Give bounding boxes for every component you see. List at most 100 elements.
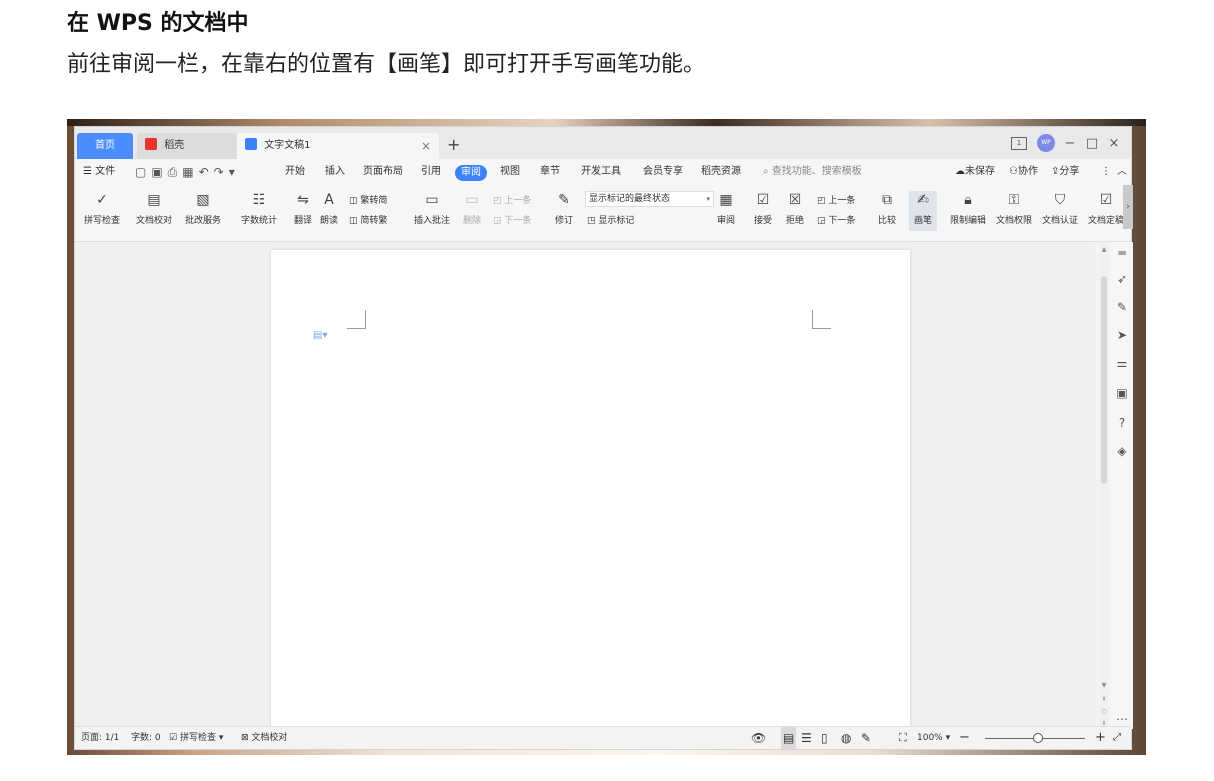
restrict-edit-button[interactable]: 🔒︎ 限制编辑	[947, 191, 989, 226]
fullscreen-icon[interactable]: ⤢	[1113, 727, 1121, 749]
review-pane-button[interactable]: ▦ 审阅	[711, 191, 741, 226]
reject-button[interactable]: ☒ 拒绝	[781, 191, 809, 226]
next-change-button[interactable]: ◲ 下一条	[817, 213, 855, 226]
minimize-button[interactable]: −	[1059, 136, 1081, 151]
settings-sliders-icon[interactable]: ⚌	[1111, 356, 1133, 370]
tab-daoke[interactable]: 稻壳	[137, 133, 237, 159]
next-comment-button[interactable]: ◲ 下一条	[493, 213, 531, 226]
tab-home[interactable]: 首页	[77, 133, 133, 159]
translate-button[interactable]: ⇋ 翻译	[291, 191, 315, 226]
close-window-button[interactable]: ×	[1103, 136, 1125, 151]
file-menu[interactable]: ☰ 文件	[83, 159, 115, 185]
trad-to-simp-button[interactable]: ◫ 繁转简	[349, 193, 387, 206]
read-aloud-button[interactable]: A 朗读	[317, 191, 341, 226]
zoom-out-button[interactable]: −	[959, 727, 970, 749]
share-button[interactable]: ⇪分享	[1051, 159, 1079, 185]
simp-to-trad-button[interactable]: ◫ 简转繁	[349, 213, 387, 226]
document-page[interactable]: ▤▾	[271, 250, 910, 730]
write-mode-icon[interactable]: ✎	[861, 727, 871, 749]
menu-item-resources[interactable]: 稻壳资源	[701, 159, 741, 185]
collapse-ribbon-icon[interactable]: ︿	[1117, 159, 1127, 185]
zoom-level[interactable]: 100% ▾	[917, 727, 950, 749]
unsaved-status[interactable]: ☁未保存	[955, 159, 995, 185]
checkbox-icon: ☑	[169, 733, 178, 743]
word-count-button[interactable]: ☷ 字数统计	[239, 191, 279, 226]
menu-item-devtools[interactable]: 开发工具	[581, 159, 621, 185]
menu-item-insert[interactable]: 插入	[325, 159, 345, 185]
doc-cert-button[interactable]: ⛉ 文档认证	[1039, 191, 1081, 226]
tab-document[interactable]: 文字文稿1 ×	[237, 133, 439, 159]
menu-item-review[interactable]: 审阅	[455, 165, 487, 181]
fit-page-icon[interactable]: ⛶	[899, 727, 907, 749]
prev-page-icon[interactable]: ⇞	[1099, 696, 1109, 703]
search-box[interactable]: ⌕ 查找功能、搜索模板	[763, 159, 862, 185]
maximize-button[interactable]: □	[1081, 136, 1103, 151]
doc-proof-button[interactable]: ▤ 文档校对	[133, 191, 175, 226]
menu-item-reference[interactable]: 引用	[421, 159, 441, 185]
sidebar-collapse-icon[interactable]: ═	[1111, 246, 1133, 260]
markup-state-select[interactable]: 显示标记的最终状态 ▾	[585, 191, 714, 207]
doc-permission-button[interactable]: ⚿ 文档权限	[993, 191, 1035, 226]
read-view-icon[interactable]: ▯	[821, 727, 828, 749]
page-view-icon[interactable]: ▤	[781, 727, 797, 749]
zoom-slider-handle[interactable]	[1033, 733, 1043, 743]
image-icon[interactable]: ▣	[1111, 386, 1133, 400]
web-view-icon[interactable]: ◍	[841, 727, 851, 749]
page-count[interactable]: 页面: 1/1	[81, 727, 119, 749]
delete-comment-button[interactable]: ▭ 删除	[457, 191, 487, 226]
rocket-icon[interactable]: ➶	[1111, 272, 1133, 286]
spell-check-icon: ✓	[96, 192, 108, 208]
quick-access-icons[interactable]: ▢▣⎙▦↶↷▾	[135, 159, 240, 185]
track-changes-button[interactable]: ✎ 修订	[549, 191, 579, 226]
avatar[interactable]: WP	[1037, 134, 1055, 152]
compass-icon[interactable]: ◈	[1111, 444, 1133, 458]
status-doc-proof[interactable]: ⊠ 文档校对	[241, 727, 287, 749]
compare-label: 比较	[877, 216, 896, 226]
show-markup-button[interactable]: ◳ 显示标记	[587, 213, 634, 226]
eye-protect-icon[interactable]: 👁︎	[751, 727, 766, 749]
compare-icon: ⧉	[882, 192, 892, 208]
compare-button[interactable]: ⧉ 比较	[873, 191, 901, 226]
menu-item-view[interactable]: 视图	[500, 159, 520, 185]
right-sidebar: ═ ➶ ✎ ➤ ⚌ ▣ ? ◈ ⋯	[1111, 242, 1133, 729]
menu-item-layout[interactable]: 页面布局	[363, 159, 403, 185]
select-browse-icon[interactable]: ○	[1099, 708, 1109, 715]
revise-service-button[interactable]: ▧ 批改服务	[181, 191, 225, 226]
prev-change-button[interactable]: ◰ 上一条	[817, 193, 855, 206]
shield-icon: ⛉	[1054, 192, 1066, 208]
review-label: 审阅	[716, 216, 735, 226]
vertical-scrollbar[interactable]: ▲ ▼ ⇞ ○ ⇟	[1099, 242, 1109, 729]
word-doc-icon	[245, 138, 257, 150]
spell-check-button[interactable]: ✓ 拼写检查	[81, 191, 123, 226]
accept-button[interactable]: ☑ 接受	[749, 191, 777, 226]
cursor-icon[interactable]: ➤	[1111, 328, 1133, 342]
window-box-icon[interactable]: 1	[1011, 136, 1027, 150]
outline-view-icon[interactable]: ☰	[801, 727, 812, 749]
pen-button[interactable]: ✍ 画笔	[909, 191, 937, 231]
pen-icon[interactable]: ✎	[1111, 300, 1133, 314]
more-menu-icon[interactable]: ⋮	[1101, 159, 1111, 185]
menu-item-start[interactable]: 开始	[285, 159, 305, 185]
help-icon[interactable]: ?	[1111, 416, 1133, 430]
person-icon: ⚇	[1009, 166, 1018, 177]
menu-item-chapter[interactable]: 章节	[540, 159, 560, 185]
menu-item-vip[interactable]: 会员专享	[643, 159, 683, 185]
ribbon-scroll-right-icon[interactable]: ›	[1123, 185, 1133, 229]
zoom-in-button[interactable]: +	[1095, 727, 1106, 749]
new-tab-button[interactable]: +	[447, 135, 460, 155]
title-bar: 首页 稻壳 文字文稿1 × + 1 WP − □ ×	[75, 127, 1131, 159]
more-options-icon[interactable]: ⋯	[1111, 712, 1133, 726]
doc-finalize-button[interactable]: ☑ 文档定稿	[1085, 191, 1127, 226]
status-spell-check[interactable]: ☑ 拼写检查 ▾	[169, 727, 223, 749]
tab-close-icon[interactable]: ×	[421, 133, 431, 159]
scroll-down-icon[interactable]: ▼	[1099, 682, 1109, 689]
search-icon: ⌕	[763, 166, 769, 177]
scrollbar-thumb[interactable]	[1101, 276, 1107, 484]
collab-button[interactable]: ⚇协作	[1009, 159, 1038, 185]
paragraph-layout-icon[interactable]: ▤▾	[313, 330, 327, 341]
word-count[interactable]: 字数: 0	[131, 727, 161, 749]
prev-comment-button[interactable]: ◰ 上一条	[493, 193, 531, 206]
insert-comment-label: 插入批注	[413, 216, 450, 226]
insert-comment-button[interactable]: ▭ 插入批注	[411, 191, 453, 226]
scroll-up-icon[interactable]: ▲	[1099, 246, 1109, 253]
